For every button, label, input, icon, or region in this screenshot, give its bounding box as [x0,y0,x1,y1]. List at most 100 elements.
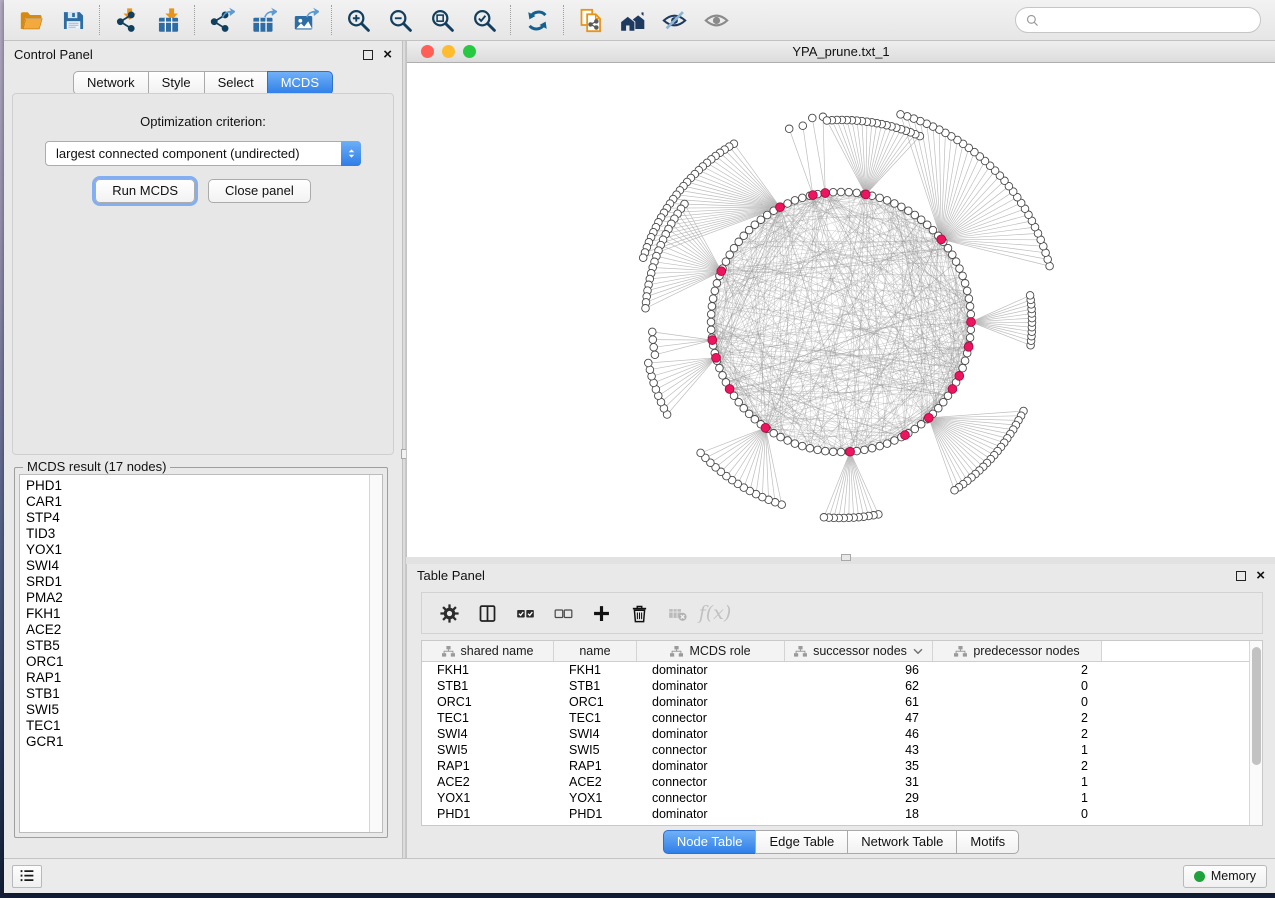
table-cell: 2 [933,726,1102,742]
import-table-button[interactable] [147,2,189,38]
table-panel: Table Panel × f(x) shared namenameMCDS r… [406,564,1275,858]
column-header-successor-nodes[interactable]: successor nodes [785,641,933,661]
mcds-node-item[interactable]: CAR1 [26,494,369,510]
table-cell: dominator [637,678,785,694]
table-cell: 2 [933,758,1102,774]
select-all-button[interactable] [506,596,544,630]
network-window-title: YPA_prune.txt_1 [407,44,1275,59]
duplicate-network-button[interactable] [569,2,611,38]
tab-select[interactable]: Select [204,71,267,95]
tab-network[interactable]: Network [73,71,148,95]
horizontal-splitter-thumb[interactable] [841,554,851,561]
table-row[interactable]: STB1STB1dominator620 [422,678,1249,694]
zoom-selected-button[interactable] [463,2,505,38]
table-cell: 29 [785,790,933,806]
mcds-node-item[interactable]: PMA2 [26,590,369,606]
zoom-in-button[interactable] [337,2,379,38]
table-row[interactable]: SWI4SWI4dominator462 [422,726,1249,742]
table-row[interactable]: RAP1RAP1dominator352 [422,758,1249,774]
hide-selected-button[interactable] [653,2,695,38]
export-network-icon [208,7,235,34]
optimization-criterion-select[interactable]: largest connected component (undirected) [45,141,361,166]
show-all-button[interactable] [695,2,737,38]
tab-node-table[interactable]: Node Table [663,830,756,854]
close-panel-button[interactable]: Close panel [208,179,311,203]
column-header-shared-name[interactable]: shared name [422,641,554,661]
columns-button[interactable] [468,596,506,630]
mcds-node-item[interactable]: PHD1 [26,478,369,494]
table-row[interactable]: FKH1FKH1dominator962 [422,662,1249,678]
export-image-button[interactable] [284,2,326,38]
mcds-node-item[interactable]: YOX1 [26,542,369,558]
column-header-predecessor-nodes[interactable]: predecessor nodes [933,641,1102,661]
mcds-node-item[interactable]: STB1 [26,686,369,702]
network-window-titlebar[interactable]: YPA_prune.txt_1 [407,41,1275,63]
mcds-node-item[interactable]: SRD1 [26,574,369,590]
table-cell: dominator [637,726,785,742]
export-table-button[interactable] [242,2,284,38]
table-cell: connector [637,774,785,790]
column-header-name[interactable]: name [554,641,637,661]
table-row[interactable]: YOX1YOX1connector291 [422,790,1249,806]
table-panel-title: Table Panel [417,568,485,583]
settings-button[interactable] [430,596,468,630]
search-input[interactable] [1045,13,1251,28]
float-panel-icon[interactable] [363,50,373,60]
close-table-panel-icon[interactable]: × [1256,571,1265,581]
run-mcds-button[interactable]: Run MCDS [95,179,195,203]
tab-network-table[interactable]: Network Table [847,830,956,854]
open-file-button[interactable] [10,2,52,38]
control-panel: Control Panel × NetworkStyleSelectMCDS O… [4,41,402,858]
add-button[interactable] [582,596,620,630]
refresh-button[interactable] [516,2,558,38]
tab-style[interactable]: Style [148,71,204,95]
tab-mcds[interactable]: MCDS [267,71,333,95]
mcds-node-item[interactable]: ACE2 [26,622,369,638]
optimization-criterion-label: Optimization criterion: [13,114,393,129]
table-row[interactable]: ORC1ORC1dominator610 [422,694,1249,710]
deselect-all-button[interactable] [544,596,582,630]
mcds-node-item[interactable]: STP4 [26,510,369,526]
tab-motifs[interactable]: Motifs [956,830,1019,854]
mcds-node-item[interactable]: TID3 [26,526,369,542]
mcds-node-item[interactable]: SWI4 [26,558,369,574]
mcds-node-item[interactable]: SWI5 [26,702,369,718]
column-header-MCDS-role[interactable]: MCDS role [637,641,785,661]
search-field[interactable] [1015,7,1261,33]
network-view[interactable] [407,63,1275,557]
node-table[interactable]: shared namenameMCDS rolesuccessor nodesp… [422,641,1249,825]
table-row[interactable]: SWI5SWI5connector431 [422,742,1249,758]
toolbar-separator [194,5,195,35]
mcds-node-item[interactable]: GCR1 [26,734,369,750]
mcds-node-item[interactable]: RAP1 [26,670,369,686]
table-row[interactable]: TEC1TEC1connector472 [422,710,1249,726]
table-toolbar: f(x) [421,592,1263,634]
save-button[interactable] [52,2,94,38]
mcds-node-item[interactable]: STB5 [26,638,369,654]
table-cell: ACE2 [422,774,554,790]
mcds-node-item[interactable]: TEC1 [26,718,369,734]
table-scrollbar[interactable] [1249,641,1262,825]
import-network-icon [113,7,140,34]
show-panels-list-button[interactable] [12,865,42,888]
memory-button[interactable]: Memory [1183,865,1267,888]
mcds-node-item[interactable]: FKH1 [26,606,369,622]
zoom-out-button[interactable] [379,2,421,38]
table-row[interactable]: PHD1PHD1dominator180 [422,806,1249,822]
close-panel-icon[interactable]: × [383,50,392,60]
delete-button[interactable] [620,596,658,630]
table-row[interactable]: ACE2ACE2connector311 [422,774,1249,790]
mcds-node-item[interactable]: ORC1 [26,654,369,670]
export-network-button[interactable] [200,2,242,38]
float-table-panel-icon[interactable] [1236,571,1246,581]
first-neighbors-button[interactable] [611,2,653,38]
table-scrollbar-thumb[interactable] [1252,647,1261,765]
select-stepper-icon [341,141,361,166]
zoom-fit-button[interactable] [421,2,463,38]
save-icon [60,7,87,34]
tab-edge-table[interactable]: Edge Table [755,830,847,854]
table-cell: YOX1 [422,790,554,806]
import-network-button[interactable] [105,2,147,38]
mcds-result-list[interactable]: PHD1CAR1STP4TID3YOX1SWI4SRD1PMA2FKH1ACE2… [19,474,383,833]
mcds-list-scrollbar[interactable] [369,475,382,832]
